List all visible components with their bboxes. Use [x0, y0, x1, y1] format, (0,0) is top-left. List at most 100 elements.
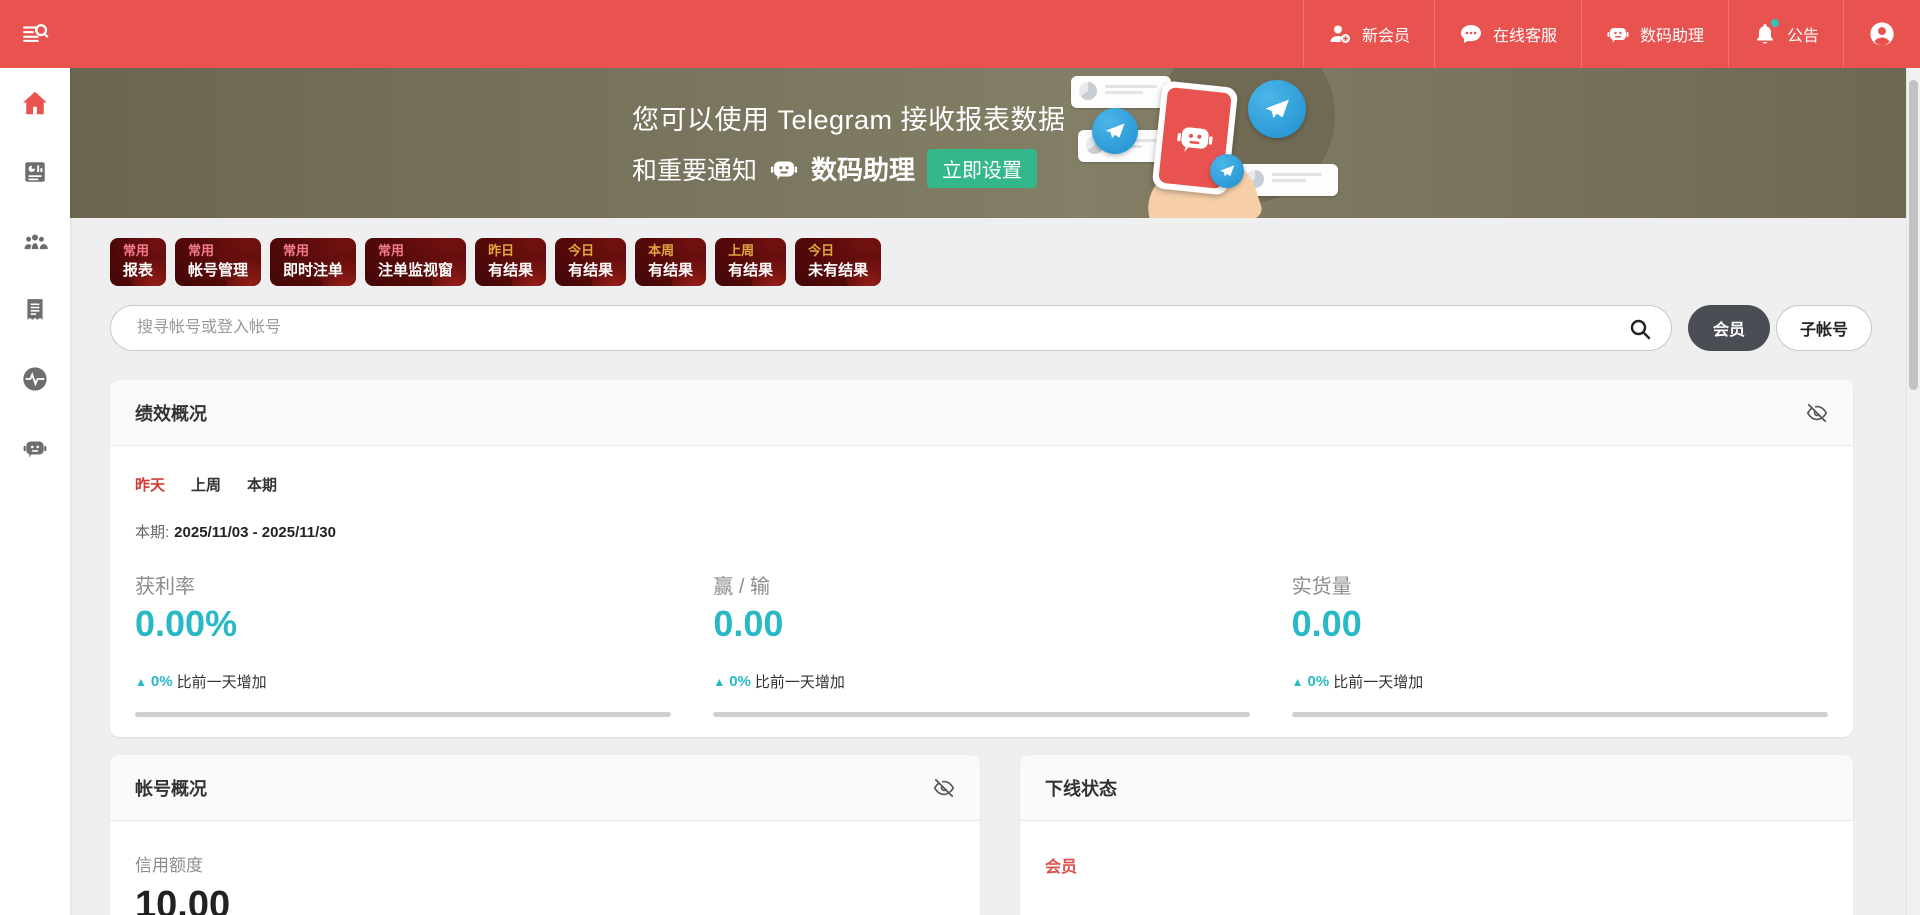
up-triangle-icon: ▲	[1292, 675, 1304, 689]
nav-label: 数码助理	[1640, 22, 1704, 46]
tab-last-week[interactable]: 上周	[191, 474, 221, 495]
quick-link-lastweek-results[interactable]: 上周 有结果	[715, 238, 786, 286]
nav-online-service[interactable]: 在线客服	[1434, 0, 1581, 68]
badge-label: 报表	[123, 261, 153, 280]
metric-progress-bar	[135, 712, 671, 717]
period-label: 本期:	[135, 524, 169, 541]
search-input[interactable]	[110, 305, 1672, 351]
subaccount-filter-button[interactable]: 子帐号	[1776, 305, 1872, 351]
dashboard-page: 新会员 在线客服 数码助理 公告	[0, 0, 1920, 915]
sidebar-item-telegram-bot[interactable]	[0, 413, 70, 482]
telegram-banner[interactable]: 您可以使用 Telegram 接收报表数据 和重要通知 数码助理 立即设置	[70, 68, 1906, 218]
metric-change: ▲ 0% 比前一天增加	[1292, 671, 1828, 692]
badge-tag: 昨日	[488, 243, 533, 259]
home-icon	[20, 88, 50, 118]
nav-digital-assistant[interactable]: 数码助理	[1581, 0, 1728, 68]
menu-search-icon	[21, 20, 49, 48]
quick-link-today-results[interactable]: 今日 有结果	[555, 238, 626, 286]
chat-icon	[1459, 22, 1483, 46]
card-title: 下线状态	[1045, 775, 1117, 801]
top-nav: 新会员 在线客服 数码助理 公告	[1303, 0, 1920, 68]
badge-tag: 今日	[808, 243, 868, 259]
chat-card	[1071, 76, 1171, 108]
scrollbar-thumb[interactable]	[1909, 80, 1918, 390]
quick-link-live-bets[interactable]: 常用 即时注单	[270, 238, 356, 286]
robot-icon	[22, 435, 48, 461]
menu-toggle-button[interactable]	[0, 0, 70, 68]
quick-link-account-management[interactable]: 常用 帐号管理	[175, 238, 261, 286]
badge-label: 未有结果	[808, 261, 868, 280]
metric-profit-rate: 获利率 0.00% ▲ 0% 比前一天增加	[135, 570, 671, 717]
user-plus-icon	[1328, 22, 1352, 46]
badge-label: 注单监视窗	[378, 261, 453, 280]
eye-off-icon[interactable]	[933, 777, 955, 799]
nav-new-member[interactable]: 新会员	[1303, 0, 1434, 68]
change-text: 比前一天增加	[755, 671, 845, 692]
badge-label: 有结果	[728, 261, 773, 280]
change-percent: 0%	[729, 673, 751, 690]
change-text: 比前一天增加	[1333, 671, 1423, 692]
metric-win-loss: 赢 / 输 0.00 ▲ 0% 比前一天增加	[713, 570, 1249, 717]
agents-icon	[21, 227, 49, 255]
period-value: 2025/11/03 - 2025/11/30	[174, 524, 336, 541]
credit-limit-value: 10.00	[135, 884, 955, 915]
quick-link-today-no-results[interactable]: 今日 未有结果	[795, 238, 881, 286]
receipt-icon	[22, 297, 48, 323]
report-icon	[22, 159, 48, 185]
telegram-plane-icon	[1248, 80, 1306, 138]
badge-tag: 常用	[378, 243, 453, 259]
card-title: 帐号概况	[135, 775, 207, 801]
member-link[interactable]: 会员	[1045, 853, 1077, 877]
sidebar-item-tickets[interactable]	[0, 275, 70, 344]
badge-tag: 上周	[728, 243, 773, 259]
metric-change: ▲ 0% 比前一天增加	[135, 671, 671, 692]
up-triangle-icon: ▲	[713, 675, 725, 689]
quick-link-reports[interactable]: 常用 报表	[110, 238, 166, 286]
sidebar-item-activity[interactable]	[0, 344, 70, 413]
change-percent: 0%	[1308, 673, 1330, 690]
badge-label: 即时注单	[283, 261, 343, 280]
badge-tag: 今日	[568, 243, 613, 259]
badge-label: 有结果	[488, 261, 533, 280]
sidebar	[0, 68, 70, 915]
metrics-grid: 获利率 0.00% ▲ 0% 比前一天增加 赢 / 输 0.00 ▲ 0%	[135, 570, 1828, 717]
eye-off-icon[interactable]	[1806, 402, 1828, 424]
badge-label: 有结果	[568, 261, 613, 280]
performance-body: 昨天 上周 本期 本期: 2025/11/03 - 2025/11/30 获利率 …	[110, 446, 1853, 717]
setup-now-button[interactable]: 立即设置	[927, 149, 1037, 188]
sidebar-item-home[interactable]	[0, 68, 70, 137]
banner-text: 您可以使用 Telegram 接收报表数据 和重要通知 数码助理 立即设置	[632, 98, 1066, 188]
telegram-plane-icon	[1210, 154, 1244, 188]
metric-progress-bar	[1292, 712, 1828, 717]
banner-line1: 您可以使用 Telegram 接收报表数据	[632, 98, 1066, 137]
top-bar: 新会员 在线客服 数码助理 公告	[0, 0, 1920, 68]
robot-icon	[1606, 22, 1630, 46]
avatar-icon	[1868, 20, 1896, 48]
account-overview-card: 帐号概况 信用额度 10.00	[110, 755, 980, 915]
account-body: 信用额度 10.00	[110, 821, 980, 915]
tab-current-period[interactable]: 本期	[247, 474, 277, 495]
quick-link-bet-monitor[interactable]: 常用 注单监视窗	[365, 238, 466, 286]
quick-link-yesterday-results[interactable]: 昨日 有结果	[475, 238, 546, 286]
nav-label: 新会员	[1362, 22, 1410, 46]
banner-line2-prefix: 和重要通知	[632, 151, 757, 187]
change-text: 比前一天增加	[177, 671, 267, 692]
sidebar-item-accounts[interactable]	[0, 206, 70, 275]
card-title: 绩效概况	[135, 400, 207, 426]
performance-tabs: 昨天 上周 本期	[135, 474, 1828, 495]
up-triangle-icon: ▲	[135, 675, 147, 689]
downline-body: 会员	[1020, 821, 1853, 877]
robot-icon	[769, 154, 799, 184]
metric-value: 0.00%	[135, 603, 671, 645]
badge-label: 有结果	[648, 261, 693, 280]
nav-announcements[interactable]: 公告	[1728, 0, 1843, 68]
tab-yesterday[interactable]: 昨天	[135, 474, 165, 495]
notification-dot	[1771, 19, 1779, 27]
search-icon[interactable]	[1626, 315, 1654, 343]
quick-link-thisweek-results[interactable]: 本周 有结果	[635, 238, 706, 286]
robot-icon	[1173, 116, 1217, 160]
sidebar-item-reports[interactable]	[0, 137, 70, 206]
nav-profile[interactable]	[1843, 0, 1920, 68]
member-filter-button[interactable]: 会员	[1688, 305, 1770, 351]
page-scrollbar[interactable]	[1906, 68, 1920, 915]
